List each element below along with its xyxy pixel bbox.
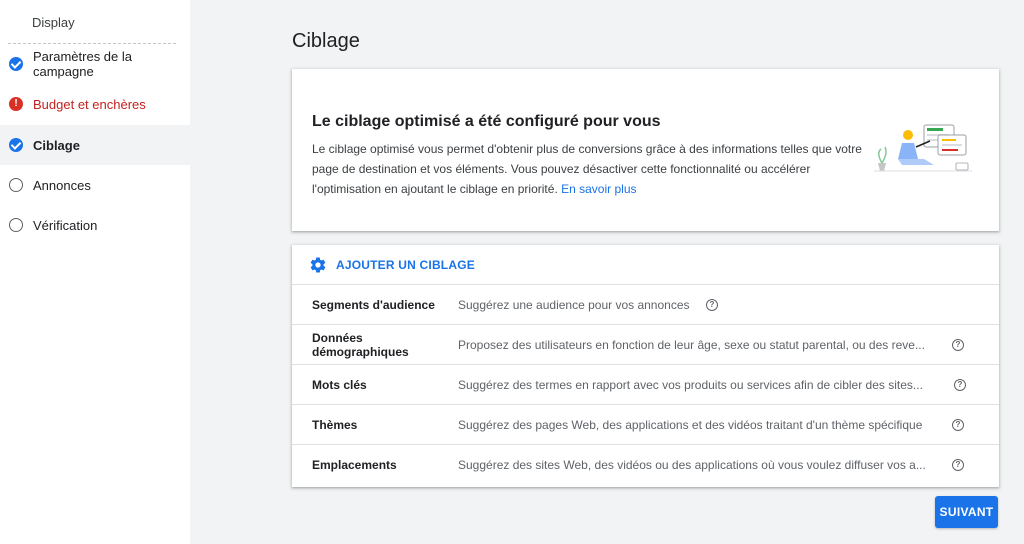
targeting-row-description: Suggérez une audience pour vos annonces [458, 298, 690, 312]
sidebar-item-review[interactable]: Vérification [0, 205, 190, 245]
sidebar-item-label: Paramètres de la campagne [33, 49, 132, 79]
targeting-row-name: Mots clés [312, 378, 367, 392]
card-heading: Le ciblage optimisé a été configuré pour… [312, 113, 661, 130]
page-title: Ciblage [292, 30, 360, 52]
add-targeting-label: AJOUTER UN CIBLAGE [336, 257, 475, 272]
targeting-row-name: Emplacements [312, 458, 397, 472]
sidebar-item-ads[interactable]: Annonces [0, 165, 190, 205]
targeting-row-topics[interactable]: Thèmes Suggérez des pages Web, des appli… [292, 405, 999, 445]
help-icon[interactable]: ? [952, 339, 964, 351]
targeting-row-description: Proposez des utilisateurs en fonction de… [458, 338, 925, 352]
gear-icon [310, 257, 326, 273]
help-icon[interactable]: ? [706, 299, 718, 311]
sidebar-item-campaign-settings[interactable]: Paramètres de la campagne [0, 44, 190, 84]
sidebar-item-label: Budget et enchères [33, 96, 146, 112]
targeting-row-name: Thèmes [312, 418, 358, 432]
targeting-row-description: Suggérez des sites Web, des vidéos ou de… [458, 458, 926, 472]
sidebar-item-label: Annonces [33, 177, 91, 193]
optimized-targeting-card: Le ciblage optimisé a été configuré pour… [292, 69, 999, 231]
help-icon[interactable]: ? [952, 459, 964, 471]
add-targeting-button[interactable]: AJOUTER UN CIBLAGE [292, 245, 999, 285]
targeting-row-name: Segments d'audience [312, 298, 435, 312]
targeting-row-audience-segments[interactable]: Segments d'audience Suggérez une audienc… [292, 285, 999, 325]
sidebar-item-targeting[interactable]: Ciblage [0, 125, 190, 165]
empty-circle-icon [9, 218, 23, 232]
targeting-row-description: Suggérez des termes en rapport avec vos … [458, 378, 923, 392]
check-circle-icon [9, 138, 23, 152]
sidebar-item-budget-bidding[interactable]: ! Budget et enchères [0, 84, 190, 124]
help-icon[interactable]: ? [954, 379, 966, 391]
next-button[interactable]: SUIVANT [935, 496, 998, 528]
sidebar-campaign-type: Display [32, 15, 75, 30]
targeting-row-placements[interactable]: Emplacements Suggérez des sites Web, des… [292, 445, 999, 485]
targeting-row-keywords[interactable]: Mots clés Suggérez des termes en rapport… [292, 365, 999, 405]
targeting-options-card: AJOUTER UN CIBLAGE Segments d'audience S… [292, 245, 999, 487]
sidebar-item-label: Vérification [33, 217, 98, 233]
help-icon[interactable]: ? [952, 419, 964, 431]
error-circle-icon: ! [9, 97, 23, 111]
learn-more-link[interactable]: En savoir plus [561, 182, 636, 196]
targeting-row-name: Données démographiques [312, 331, 409, 359]
check-circle-icon [9, 57, 23, 71]
illustration [874, 124, 972, 172]
sidebar-item-label: Ciblage [33, 137, 80, 153]
card-body: Le ciblage optimisé vous permet d'obteni… [312, 139, 882, 199]
targeting-row-description: Suggérez des pages Web, des applications… [458, 418, 923, 432]
empty-circle-icon [9, 178, 23, 192]
sidebar: Display Paramètres de la campagne ! Budg… [0, 0, 190, 544]
targeting-row-demographics[interactable]: Données démographiques Proposez des util… [292, 325, 999, 365]
